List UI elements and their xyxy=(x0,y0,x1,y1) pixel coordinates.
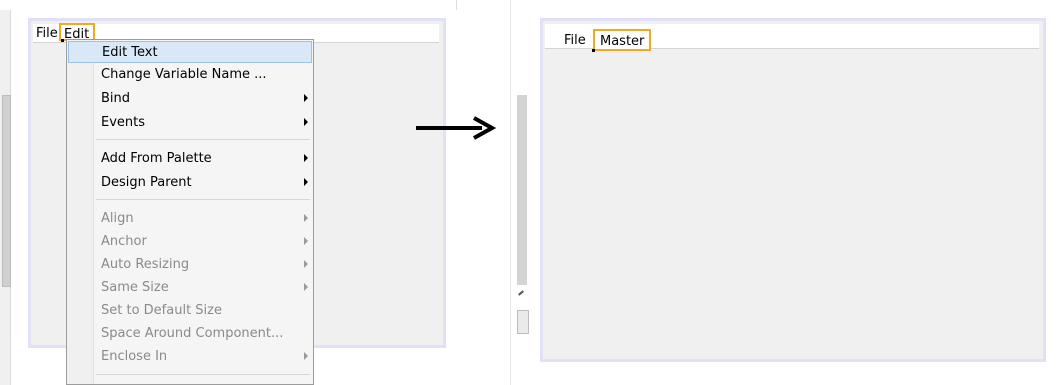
menu-item-same-size[interactable]: Same Size xyxy=(68,277,312,299)
submenu-arrow-icon xyxy=(304,178,308,186)
menu-item-anchor[interactable]: Anchor xyxy=(68,231,312,253)
menu-item-auto-resizing[interactable]: Auto Resizing xyxy=(68,254,312,276)
submenu-arrow-icon xyxy=(304,94,308,102)
menu-separator xyxy=(96,199,310,200)
menu-item-space-around-component[interactable]: Space Around Component... xyxy=(68,323,312,345)
menu-item-design-parent[interactable]: Design Parent xyxy=(68,172,312,194)
menu-item-change-variable-name[interactable]: Change Variable Name ... xyxy=(68,64,312,86)
arrow-head-icon xyxy=(473,116,496,140)
menu-separator xyxy=(96,139,310,140)
resize-grip-icon xyxy=(518,290,524,296)
left-menu-file[interactable]: File xyxy=(36,26,58,41)
menu-item-label: Align xyxy=(101,211,134,226)
submenu-arrow-icon xyxy=(304,237,308,245)
edit-dropdown-menu: Edit Text Change Variable Name ... Bind … xyxy=(66,39,314,385)
menu-item-label: Enclose In xyxy=(101,349,168,364)
menu-item-label: Auto Resizing xyxy=(101,257,190,272)
submenu-arrow-icon xyxy=(304,214,308,222)
menu-item-label: Events xyxy=(101,115,146,130)
submenu-arrow-icon xyxy=(304,118,308,126)
right-side-tab[interactable] xyxy=(517,310,529,334)
menu-item-label: Same Size xyxy=(101,280,169,295)
right-divider-line xyxy=(510,0,511,385)
left-scrollbar[interactable] xyxy=(2,95,11,287)
menu-item-label: Change Variable Name ... xyxy=(101,67,267,82)
left-top-divider xyxy=(456,0,457,10)
right-scrollbar[interactable] xyxy=(517,95,527,285)
left-anchor-dot xyxy=(61,39,64,42)
menu-item-align[interactable]: Align xyxy=(68,208,312,230)
right-menu-file[interactable]: File xyxy=(564,33,586,48)
menu-item-label: Bind xyxy=(101,91,131,106)
menu-item-label: Set to Default Size xyxy=(101,303,222,318)
right-frame-content xyxy=(545,49,1039,355)
menu-separator xyxy=(96,374,310,375)
menu-item-bind[interactable]: Bind xyxy=(68,88,312,110)
right-menu-master[interactable]: Master xyxy=(593,29,652,51)
menu-item-events[interactable]: Events xyxy=(68,112,312,134)
menu-item-label: Design Parent xyxy=(101,175,192,190)
submenu-arrow-icon xyxy=(304,352,308,360)
menu-item-label: Space Around Component... xyxy=(101,326,284,341)
menu-item-enclose-in[interactable]: Enclose In xyxy=(68,346,312,368)
menu-item-set-to-default-size[interactable]: Set to Default Size xyxy=(68,300,312,322)
menu-item-label: Anchor xyxy=(101,234,147,249)
right-anchor-dot xyxy=(592,49,595,52)
menu-item-edit-text[interactable]: Edit Text xyxy=(68,41,312,63)
submenu-arrow-icon xyxy=(304,283,308,291)
menu-item-label: Add From Palette xyxy=(101,151,212,166)
left-top-strip xyxy=(0,0,456,10)
menu-item-add-from-palette[interactable]: Add From Palette xyxy=(68,148,312,170)
submenu-arrow-icon xyxy=(304,260,308,268)
menu-item-label: Edit Text xyxy=(102,45,158,60)
submenu-arrow-icon xyxy=(304,154,308,162)
